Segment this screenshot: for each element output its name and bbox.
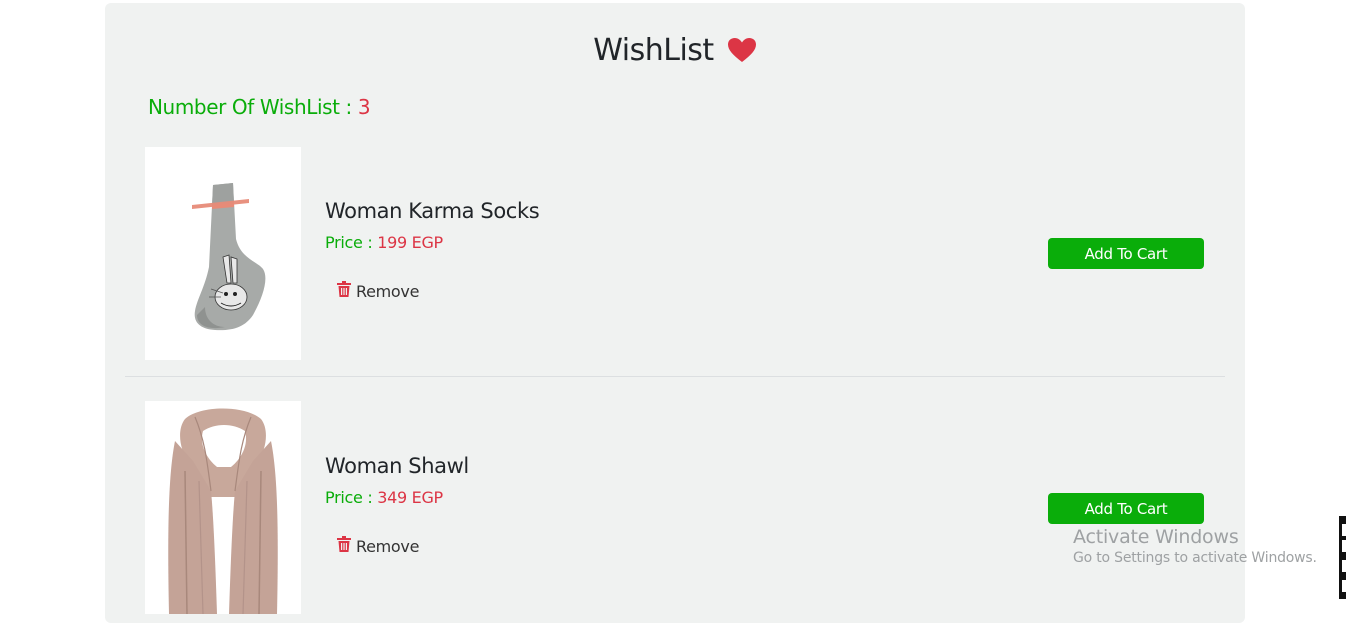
price-label: Price :: [325, 488, 373, 507]
page-title-text: WishList: [593, 33, 714, 68]
product-name[interactable]: Woman Shawl: [325, 454, 469, 478]
product-price: Price : 349 EGP: [325, 488, 443, 507]
activate-windows-watermark: Activate Windows Go to Settings to activ…: [1073, 526, 1317, 566]
wishlist-item: Woman Shawl Price : 349 EGP Remove Add T…: [125, 401, 1225, 631]
product-price: Price : 199 EGP: [325, 233, 443, 252]
wishlist-item: Woman Karma Socks Price : 199 EGP Remove…: [125, 147, 1225, 377]
product-image-shawl[interactable]: [145, 401, 301, 614]
wishlist-count-value: 3: [357, 95, 371, 119]
watermark-subtitle: Go to Settings to activate Windows.: [1073, 550, 1317, 566]
add-to-cart-button[interactable]: Add To Cart: [1048, 238, 1204, 269]
price-value: 199 EGP: [377, 233, 443, 252]
page-title: WishList: [105, 33, 1245, 71]
heart-icon: [727, 36, 757, 71]
shawl-image: [168, 408, 278, 614]
add-to-cart-button[interactable]: Add To Cart: [1048, 493, 1204, 524]
wishlist-count: Number Of WishList : 3: [148, 95, 371, 119]
price-label: Price :: [325, 233, 373, 252]
price-value: 349 EGP: [377, 488, 443, 507]
watermark-title: Activate Windows: [1073, 526, 1239, 548]
socks-image: [192, 183, 266, 331]
remove-button[interactable]: Remove: [337, 536, 419, 556]
remove-label: Remove: [356, 536, 420, 556]
trash-icon: [337, 281, 351, 301]
wishlist-count-label: Number Of WishList :: [148, 95, 352, 119]
product-image-socks[interactable]: [145, 147, 301, 360]
item-divider: [125, 376, 1225, 377]
edge-scrollbar-fragment: [1339, 516, 1346, 599]
remove-label: Remove: [356, 281, 420, 301]
trash-icon: [337, 536, 351, 556]
remove-button[interactable]: Remove: [337, 281, 419, 301]
product-name[interactable]: Woman Karma Socks: [325, 199, 540, 223]
